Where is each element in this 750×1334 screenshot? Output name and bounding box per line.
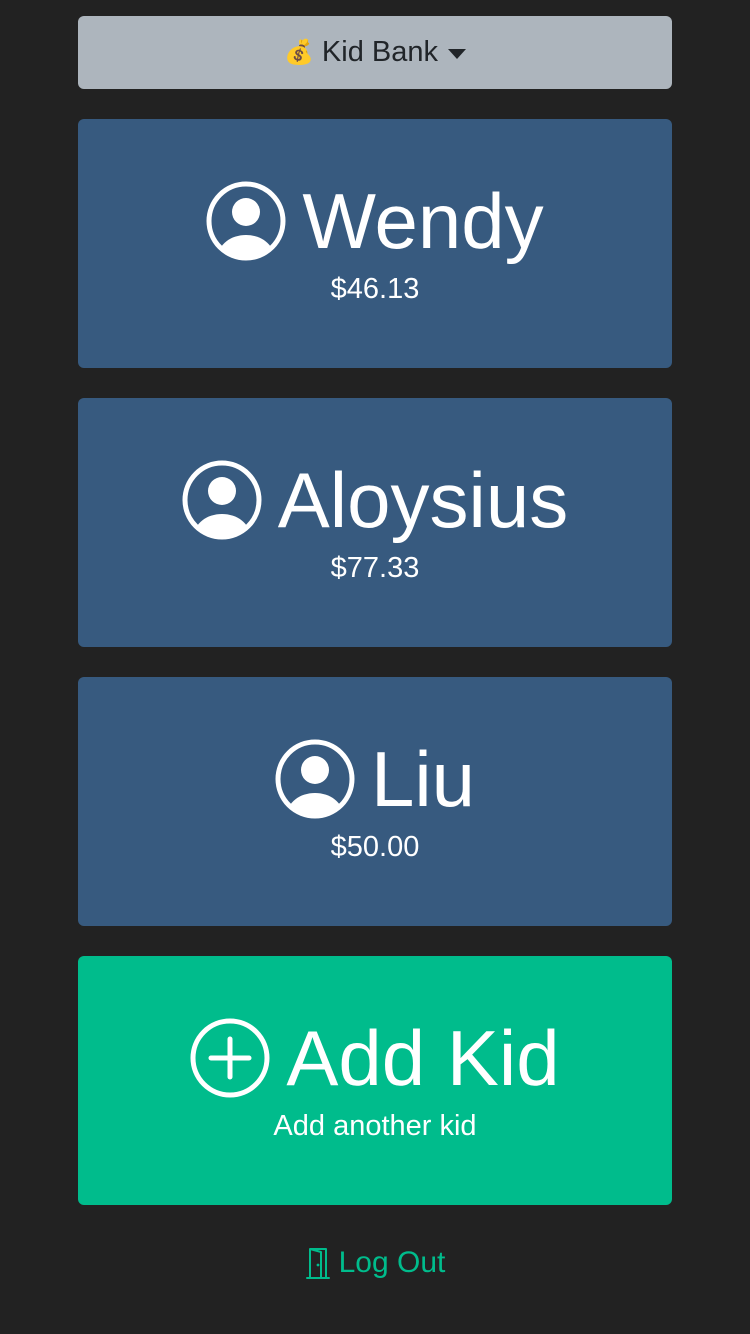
user-circle-icon [206,181,286,260]
logout-label: Log Out [338,1246,446,1279]
kid-balance: $77.33 [330,551,420,584]
kid-card-wendy[interactable]: Wendy $46.13 [78,119,672,368]
add-kid-subtitle: Add another kid [273,1109,477,1142]
kid-balance: $46.13 [330,272,420,305]
app-title: Kid Bank [321,36,438,68]
kid-card-liu[interactable]: Liu $50.00 [78,677,672,926]
kid-card-aloysius[interactable]: Aloysius $77.33 [78,398,672,647]
kid-name: Aloysius [277,455,569,544]
plus-circle-icon [190,1018,270,1097]
user-circle-icon [275,739,355,818]
logout-link[interactable]: Log Out [0,1240,750,1286]
kid-balance: $50.00 [330,830,420,863]
money-bag-icon: 💰 [284,39,314,66]
caret-down-icon [447,48,466,59]
kid-name: Liu [370,734,476,823]
door-icon [305,1248,330,1279]
kid-name: Wendy [302,176,544,265]
add-kid-title: Add Kid [286,1013,560,1102]
user-circle-icon [182,460,262,539]
app-menu-dropdown[interactable]: 💰 Kid Bank [78,16,672,89]
add-kid-button[interactable]: Add Kid Add another kid [78,956,672,1205]
